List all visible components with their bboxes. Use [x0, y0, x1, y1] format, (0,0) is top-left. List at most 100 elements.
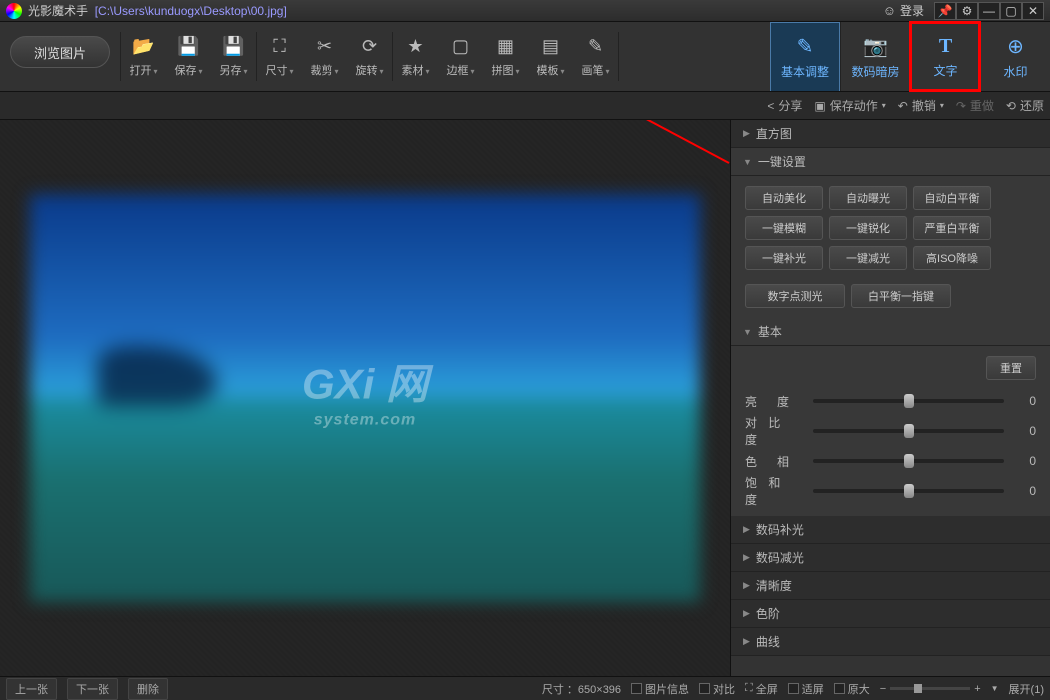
- slider-thumb[interactable]: [904, 484, 914, 498]
- annotation-arrow: [534, 120, 729, 164]
- original-toggle[interactable]: 原大: [834, 681, 870, 697]
- slider-track[interactable]: [813, 399, 1004, 403]
- tool-icon: ⛶: [273, 36, 286, 58]
- right-panel: ▶ 直方图 ▼ 一键设置 自动美化自动曝光自动白平衡一键模糊一键锐化严重白平衡一…: [730, 120, 1050, 676]
- save-action-button[interactable]: ▣保存动作▾: [814, 97, 885, 114]
- preset-button[interactable]: 自动曝光: [829, 186, 907, 210]
- section-数码减光[interactable]: ▶数码减光: [731, 544, 1050, 572]
- fit-toggle[interactable]: 适屏: [788, 681, 824, 697]
- section-histogram[interactable]: ▶ 直方图: [731, 120, 1050, 148]
- restore-icon: ⟲: [1006, 99, 1016, 113]
- slider-label: 饱 和 度: [745, 474, 805, 508]
- section-数码补光[interactable]: ▶数码补光: [731, 516, 1050, 544]
- preset-button[interactable]: 一键锐化: [829, 216, 907, 240]
- slider-track[interactable]: [813, 489, 1004, 493]
- gear-button[interactable]: ⚙: [956, 2, 978, 20]
- close-button[interactable]: ✕: [1022, 2, 1044, 20]
- delete-button[interactable]: 删除: [128, 678, 168, 700]
- tab-darkroom[interactable]: 📷 数码暗房: [840, 22, 910, 91]
- tool-边框[interactable]: ▢边框▾: [438, 22, 483, 91]
- info-toggle[interactable]: 图片信息: [631, 681, 689, 697]
- camera-icon: 📷: [863, 34, 888, 59]
- reset-button[interactable]: 重置: [986, 356, 1036, 380]
- redo-button[interactable]: ↷重做: [956, 97, 994, 114]
- chevron-right-icon: ▶: [743, 608, 750, 619]
- watermark-overlay: GXi 网 system.com: [302, 351, 428, 430]
- fullscreen-icon: ⛶: [745, 682, 753, 695]
- slider-thumb[interactable]: [904, 424, 914, 438]
- tool-尺寸[interactable]: ⛶尺寸▾: [257, 22, 302, 91]
- preset-button[interactable]: 自动白平衡: [913, 186, 991, 210]
- tool-icon: ✎: [588, 36, 603, 58]
- zoom-in-icon[interactable]: +: [974, 683, 980, 695]
- expand-button[interactable]: 展开(1): [1009, 681, 1044, 697]
- preset-button[interactable]: 一键减光: [829, 246, 907, 270]
- titlebar: 光影魔术手 [C:\Users\kunduogx\Desktop\00.jpg]…: [0, 0, 1050, 22]
- tool-裁剪[interactable]: ✂裁剪▾: [302, 22, 347, 91]
- slider-track[interactable]: [813, 459, 1004, 463]
- login-label: 登录: [900, 2, 924, 19]
- tool-icon: ⟳: [362, 36, 377, 58]
- section-basic[interactable]: ▼ 基本: [731, 318, 1050, 346]
- tab-text[interactable]: T 文字: [910, 22, 980, 91]
- slider-row: 色 相0: [745, 446, 1036, 476]
- status-bar: 上一张 下一张 删除 尺寸 ：650×396 图片信息 对比 ⛶全屏 适屏 原大…: [0, 676, 1050, 700]
- preset-button[interactable]: 白平衡一指键: [851, 284, 951, 308]
- section-one-click[interactable]: ▼ 一键设置: [731, 148, 1050, 176]
- preset-button[interactable]: 自动美化: [745, 186, 823, 210]
- tool-旋转[interactable]: ⟳旋转▾: [347, 22, 392, 91]
- tab-label: 文字: [933, 62, 957, 79]
- maximize-button[interactable]: ▢: [1000, 2, 1022, 20]
- undo-button[interactable]: ↶撤销▾: [898, 97, 944, 114]
- login-button[interactable]: ☺ 登录: [883, 2, 924, 19]
- minimize-button[interactable]: —: [978, 2, 1000, 20]
- tool-拼图[interactable]: ▦拼图▾: [483, 22, 528, 91]
- preset-button[interactable]: 高ISO降噪: [913, 246, 991, 270]
- tool-保存[interactable]: 💾保存▾: [166, 22, 211, 91]
- pin-button[interactable]: 📌: [934, 2, 956, 20]
- next-button[interactable]: 下一张: [67, 678, 118, 700]
- slider-row: 亮 度0: [745, 386, 1036, 416]
- app-name: 光影魔术手: [28, 2, 88, 19]
- restore-button[interactable]: ⟲还原: [1006, 97, 1044, 114]
- file-path: [C:\Users\kunduogx\Desktop\00.jpg]: [95, 4, 287, 18]
- preset-button[interactable]: 严重白平衡: [913, 216, 991, 240]
- redo-icon: ↷: [956, 99, 966, 113]
- slider-thumb[interactable]: [904, 454, 914, 468]
- undo-icon: ↶: [898, 99, 908, 113]
- slider-value: 0: [1012, 484, 1036, 498]
- tool-另存[interactable]: 💾另存▾: [211, 22, 256, 91]
- zoom-out-icon[interactable]: −: [880, 683, 886, 695]
- tool-画笔[interactable]: ✎画笔▾: [573, 22, 618, 91]
- tab-basic-adjust[interactable]: ✎ 基本调整: [770, 22, 840, 91]
- section-曲线[interactable]: ▶曲线: [731, 628, 1050, 656]
- prev-button[interactable]: 上一张: [6, 678, 57, 700]
- tool-模板[interactable]: ▤模板▾: [528, 22, 573, 91]
- preset-button[interactable]: 数字点测光: [745, 284, 845, 308]
- share-button[interactable]: <分享: [767, 97, 802, 114]
- tool-icon: ▤: [542, 36, 559, 58]
- tool-icon: ✂: [317, 36, 332, 58]
- tab-label: 基本调整: [781, 63, 829, 80]
- tool-打开[interactable]: 📂打开▾: [121, 22, 166, 91]
- tab-watermark[interactable]: ⊕ 水印: [980, 22, 1050, 91]
- chevron-right-icon: ▶: [743, 552, 750, 563]
- slider-track[interactable]: [813, 429, 1004, 433]
- compare-toggle[interactable]: 对比: [699, 681, 735, 697]
- section-色阶[interactable]: ▶色阶: [731, 600, 1050, 628]
- chevron-down-icon: ▼: [743, 157, 752, 167]
- preset-button[interactable]: 一键模糊: [745, 216, 823, 240]
- slider-value: 0: [1012, 454, 1036, 468]
- slider-thumb[interactable]: [904, 394, 914, 408]
- zoom-slider[interactable]: − +: [880, 683, 981, 695]
- section-清晰度[interactable]: ▶清晰度: [731, 572, 1050, 600]
- slider-row: 对 比 度0: [745, 416, 1036, 446]
- browse-images-button[interactable]: 浏览图片: [10, 36, 110, 68]
- save-action-icon: ▣: [814, 99, 825, 113]
- fullscreen-toggle[interactable]: ⛶全屏: [745, 681, 778, 697]
- tool-素材[interactable]: ★素材▾: [393, 22, 438, 91]
- chevron-right-icon: ▶: [743, 128, 750, 139]
- canvas[interactable]: GXi 网 system.com: [0, 120, 730, 676]
- preset-button[interactable]: 一键补光: [745, 246, 823, 270]
- tool-icon: 📂: [132, 36, 154, 58]
